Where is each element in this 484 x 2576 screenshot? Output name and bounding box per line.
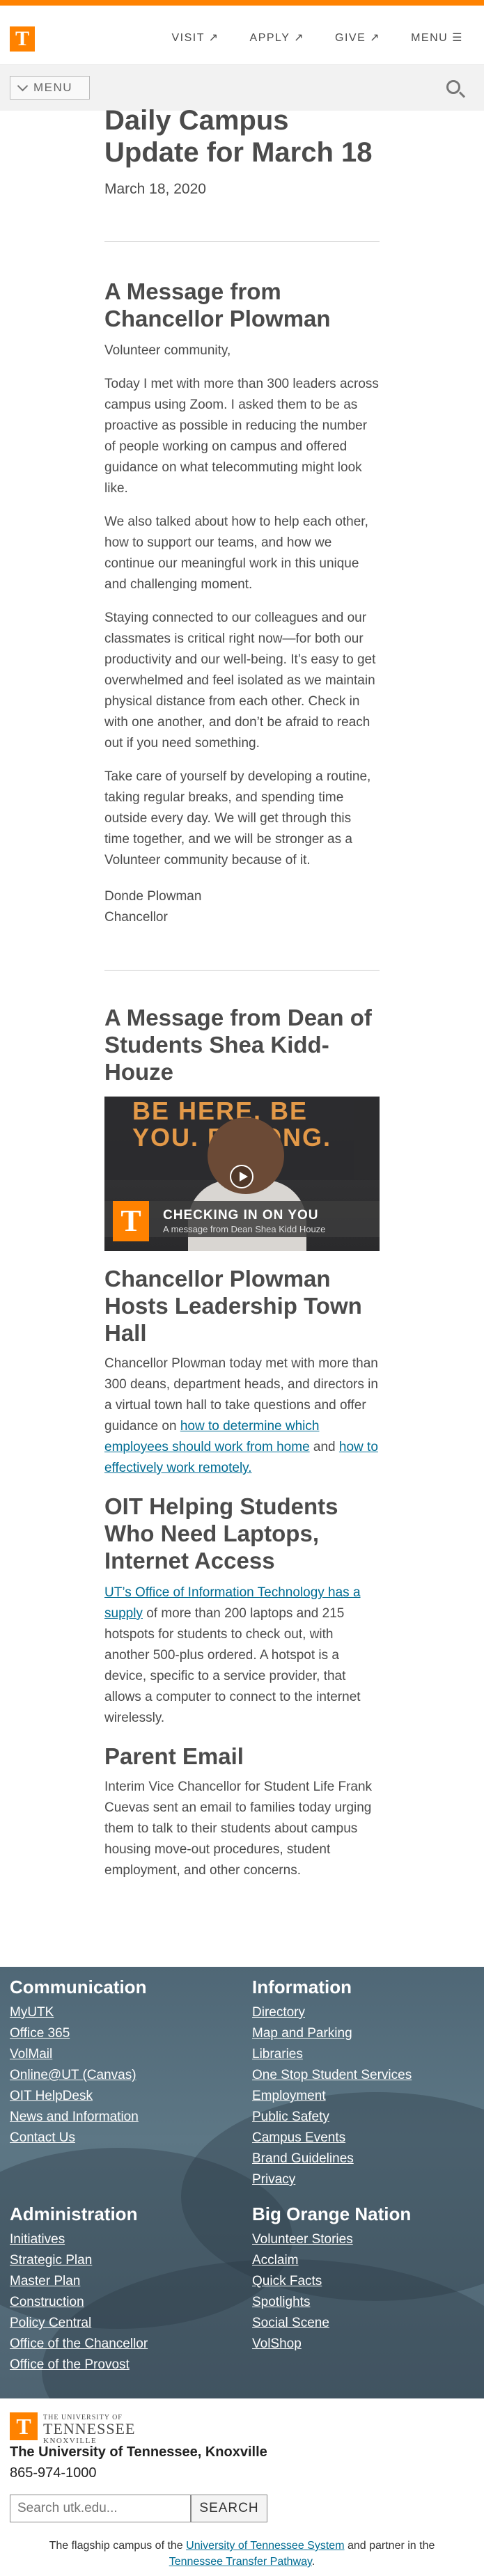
top-nav: VISIT ↗ APPLY ↗ GIVE ↗ MENU ☰ xyxy=(171,31,463,45)
site-footer: Communication MyUTK Office 365 VolMail O… xyxy=(0,1967,484,2398)
ut-wordmark: THE UNIVERSITY OF TENNESSEE KNOXVILLE xyxy=(43,2414,135,2445)
nav-visit-link[interactable]: VISIT ↗ xyxy=(171,31,219,45)
chancellor-heading: A Message from Chancellor Plowman xyxy=(104,278,331,331)
signature-name: Donde Plowman xyxy=(104,889,202,904)
footer-big-orange-nation: Big Orange Nation Volunteer Stories Accl… xyxy=(252,2204,475,2355)
footer-link[interactable]: Public Safety xyxy=(252,2107,475,2128)
footer-link[interactable]: Volunteer Stories xyxy=(252,2229,475,2250)
parent-email-heading: Parent Email xyxy=(104,1743,244,1769)
dean-video[interactable]: BE HERE. BE YOU. BELONG. T CHECKING IN O… xyxy=(104,1097,380,1251)
footer-link[interactable]: One Stop Student Services xyxy=(252,2065,475,2086)
top-bar: T VISIT ↗ APPLY ↗ GIVE ↗ MENU ☰ xyxy=(0,6,484,65)
footer-link[interactable]: Campus Events xyxy=(252,2128,475,2149)
footer-link[interactable]: Office 365 xyxy=(10,2023,233,2044)
oit-heading: OIT Helping Students Who Need Laptops, I… xyxy=(104,1493,338,1573)
flagship-text-1: The flagship campus of the xyxy=(49,2540,187,2552)
play-icon[interactable] xyxy=(230,1165,253,1188)
footer-link[interactable]: VolMail xyxy=(10,2044,233,2065)
nav-give-link[interactable]: GIVE ↗ xyxy=(335,31,380,45)
wordmark-big: TENNESSEE xyxy=(43,2420,136,2437)
transfer-pathway-link[interactable]: Tennessee Transfer Pathway xyxy=(169,2556,312,2568)
footer-link[interactable]: Spotlights xyxy=(252,2292,475,2313)
flagship-text-2: and partner in the xyxy=(344,2540,435,2552)
university-name: The University of Tennessee, Knoxville xyxy=(10,2444,267,2460)
chancellor-paragraph-1: Today I met with more than 300 leaders a… xyxy=(104,377,379,496)
parent-email-paragraph: Interim Vice Chancellor for Student Life… xyxy=(104,1780,373,1878)
footer-link[interactable]: Libraries xyxy=(252,2044,475,2065)
chancellor-paragraph-4: Take care of yourself by developing a ro… xyxy=(104,769,371,867)
footer-link[interactable]: Employment xyxy=(252,2086,475,2107)
nav-menu-button[interactable]: MENU ☰ xyxy=(411,31,463,45)
university-phone: 865-974-1000 xyxy=(10,2465,97,2481)
article-date: March 18, 2020 xyxy=(104,181,206,197)
footer-information-heading: Information xyxy=(252,1977,352,1997)
footer-communication: Communication MyUTK Office 365 VolMail O… xyxy=(10,1977,233,2149)
dean-heading: A Message from Dean of Students Shea Kid… xyxy=(104,1005,372,1085)
townhall-heading: Chancellor Plowman Hosts Leadership Town… xyxy=(104,1266,362,1346)
signature: Donde Plowman Chancellor xyxy=(104,886,380,928)
chancellor-paragraph-2: We also talked about how to help each ot… xyxy=(104,515,368,592)
footer-link[interactable]: Policy Central xyxy=(10,2313,233,2334)
ut-logo[interactable]: T xyxy=(10,26,35,52)
footer-link[interactable]: Construction xyxy=(10,2292,233,2313)
footer-link[interactable]: Privacy xyxy=(252,2169,475,2190)
footer-link[interactable]: Acclaim xyxy=(252,2250,475,2271)
footer-link[interactable]: Online@UT (Canvas) xyxy=(10,2065,233,2086)
footer-communication-heading: Communication xyxy=(10,1977,147,1997)
footer-link[interactable]: Directory xyxy=(252,2002,475,2023)
chancellor-paragraph-3: Staying connected to our colleagues and … xyxy=(104,611,376,751)
video-subtitle: A message from Dean Shea Kidd Houze xyxy=(163,1224,326,1234)
ut-system-link[interactable]: University of Tennessee System xyxy=(186,2540,344,2552)
flagship-text-3: . xyxy=(311,2556,315,2568)
oit-text: of more than 200 laptops and 215 hotspot… xyxy=(104,1606,361,1725)
footer-link[interactable]: Map and Parking xyxy=(252,2023,475,2044)
footer-information: Information Directory Map and Parking Li… xyxy=(252,1977,475,2190)
townhall-text-and: and xyxy=(309,1440,339,1454)
footer-link[interactable]: MyUTK xyxy=(10,2002,233,2023)
video-ut-logo: T xyxy=(113,1201,149,1241)
footer-link[interactable]: Strategic Plan xyxy=(10,2250,233,2271)
footer-link[interactable]: Office of the Chancellor xyxy=(10,2334,233,2355)
ut-logo-footer[interactable]: T xyxy=(10,2412,38,2440)
footer-link[interactable]: Initiatives xyxy=(10,2229,233,2250)
footer-administration: Administration Initiatives Strategic Pla… xyxy=(10,2204,233,2375)
search-icon[interactable] xyxy=(446,80,460,94)
footer-link[interactable]: News and Information xyxy=(10,2107,233,2128)
top-orange-stripe xyxy=(0,0,484,6)
townhall-paragraph: Chancellor Plowman today met with more t… xyxy=(104,1353,380,1479)
nav-apply-link[interactable]: APPLY ↗ xyxy=(250,31,304,45)
flagship-text: The flagship campus of the University of… xyxy=(0,2538,484,2570)
footer-link[interactable]: Quick Facts xyxy=(252,2271,475,2292)
footer-link[interactable]: Master Plan xyxy=(10,2271,233,2292)
chancellor-greeting: Volunteer community, xyxy=(104,343,231,358)
section-menu-button[interactable]: MENU xyxy=(10,76,90,100)
footer-link[interactable]: VolShop xyxy=(252,2334,475,2355)
bottom-footer: T THE UNIVERSITY OF TENNESSEE KNOXVILLE … xyxy=(0,2398,484,2576)
signature-title: Chancellor xyxy=(104,910,168,925)
oit-paragraph: UT’s Office of Information Technology ha… xyxy=(104,1582,380,1729)
footer-link[interactable]: Social Scene xyxy=(252,2313,475,2334)
divider xyxy=(104,970,380,971)
footer-search-button[interactable]: SEARCH xyxy=(191,2495,267,2522)
footer-link[interactable]: Office of the Provost xyxy=(10,2355,233,2375)
footer-search-input[interactable] xyxy=(10,2495,191,2522)
section-menu-label: MENU xyxy=(33,81,73,94)
video-title: CHECKING IN ON YOU xyxy=(163,1208,319,1223)
footer-link[interactable]: Brand Guidelines xyxy=(252,2149,475,2169)
footer-administration-heading: Administration xyxy=(10,2204,138,2224)
footer-link[interactable]: Contact Us xyxy=(10,2128,233,2149)
footer-big-orange-heading: Big Orange Nation xyxy=(252,2204,412,2224)
chevron-down-icon xyxy=(17,80,29,91)
page-title: Daily Campus Update for March 18 xyxy=(104,105,373,168)
divider xyxy=(104,241,380,242)
footer-link[interactable]: OIT HelpDesk xyxy=(10,2086,233,2107)
article: Daily Campus Update for March 18 March 1… xyxy=(104,104,380,1881)
